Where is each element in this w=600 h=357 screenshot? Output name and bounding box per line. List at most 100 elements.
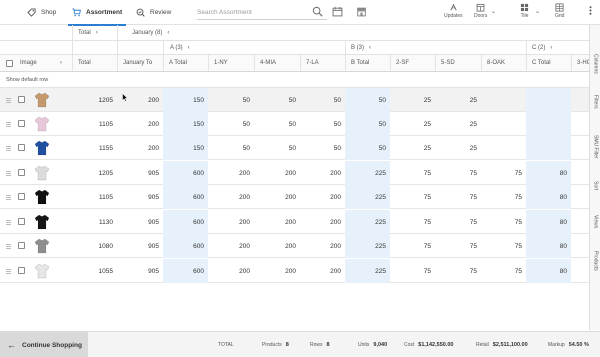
table-row[interactable]: 1155 200 150 50 50 50 50 25 25 bbox=[0, 136, 590, 160]
table-cell[interactable] bbox=[571, 185, 590, 209]
table-cell[interactable]: 75 bbox=[481, 161, 526, 185]
grid-button[interactable]: Grid bbox=[555, 3, 564, 19]
table-cell[interactable]: 600 bbox=[163, 161, 208, 185]
side-tab-sort[interactable]: Sort bbox=[590, 173, 600, 199]
table-cell[interactable]: 200 bbox=[208, 259, 254, 283]
table-cell[interactable]: 200 bbox=[208, 234, 254, 258]
table-cell[interactable]: 50 bbox=[208, 112, 254, 136]
table-cell[interactable]: 1080 bbox=[72, 234, 117, 258]
table-cell[interactable]: 50 bbox=[300, 136, 345, 160]
table-cell[interactable]: 75 bbox=[481, 234, 526, 258]
table-cell[interactable]: 75 bbox=[390, 210, 435, 234]
row-checkbox[interactable] bbox=[18, 193, 25, 200]
table-cell[interactable]: 75 bbox=[390, 234, 435, 258]
table-cell[interactable]: 80 bbox=[526, 259, 571, 283]
chevron-left-icon[interactable]: ‹ bbox=[60, 55, 62, 71]
group-b-header[interactable]: B (3) ‹ bbox=[351, 41, 371, 54]
table-cell[interactable]: 75 bbox=[435, 210, 481, 234]
side-tab-views[interactable]: Views bbox=[590, 207, 600, 237]
table-cell[interactable] bbox=[571, 88, 590, 112]
calendar-icon[interactable] bbox=[332, 6, 343, 17]
table-cell[interactable]: 600 bbox=[163, 259, 208, 283]
table-cell[interactable]: 75 bbox=[481, 210, 526, 234]
column-header-1[interactable]: January To bbox=[123, 55, 152, 71]
table-cell[interactable] bbox=[571, 136, 590, 160]
table-cell[interactable]: 200 bbox=[254, 234, 300, 258]
table-cell[interactable]: 1105 bbox=[72, 185, 117, 209]
row-checkbox[interactable] bbox=[18, 267, 25, 274]
side-tab-columns[interactable]: Columns bbox=[590, 45, 600, 83]
column-header-10[interactable]: C Total bbox=[532, 55, 551, 71]
drag-handle-icon[interactable] bbox=[6, 220, 11, 225]
table-cell[interactable]: 1155 bbox=[72, 136, 117, 160]
table-cell[interactable]: 80 bbox=[526, 210, 571, 234]
table-cell[interactable] bbox=[526, 112, 571, 136]
table-cell[interactable]: 50 bbox=[345, 112, 390, 136]
table-cell[interactable]: 905 bbox=[117, 259, 163, 283]
table-cell[interactable]: 905 bbox=[117, 210, 163, 234]
table-cell[interactable]: 25 bbox=[435, 88, 481, 112]
table-cell[interactable]: 600 bbox=[163, 234, 208, 258]
more-options-icon[interactable] bbox=[585, 5, 596, 16]
tab-assortment[interactable]: Assortment bbox=[67, 0, 127, 26]
table-cell[interactable]: 50 bbox=[300, 88, 345, 112]
drag-handle-icon[interactable] bbox=[6, 171, 11, 176]
table-cell[interactable]: 75 bbox=[481, 259, 526, 283]
table-cell[interactable]: 50 bbox=[345, 136, 390, 160]
table-cell[interactable] bbox=[571, 259, 590, 283]
tab-shop[interactable]: Shop bbox=[27, 0, 56, 25]
table-cell[interactable]: 50 bbox=[345, 88, 390, 112]
table-cell[interactable] bbox=[481, 112, 526, 136]
table-cell[interactable]: 200 bbox=[117, 136, 163, 160]
total-group-header[interactable]: Total › bbox=[78, 25, 98, 40]
column-header-8[interactable]: 5-SD bbox=[441, 55, 455, 71]
table-cell[interactable]: 225 bbox=[345, 259, 390, 283]
table-cell[interactable]: 200 bbox=[208, 161, 254, 185]
table-cell[interactable]: 225 bbox=[345, 210, 390, 234]
table-cell[interactable] bbox=[481, 136, 526, 160]
group-a-header[interactable]: A (3) ‹ bbox=[170, 41, 190, 54]
table-row[interactable]: 1105 905 600 200 200 200 225 75 75 75 80 bbox=[0, 185, 590, 209]
table-cell[interactable]: 1130 bbox=[72, 210, 117, 234]
table-cell[interactable] bbox=[571, 234, 590, 258]
table-row[interactable]: 1130 905 600 200 200 200 225 75 75 75 80 bbox=[0, 210, 590, 234]
drag-handle-icon[interactable] bbox=[6, 269, 11, 274]
table-cell[interactable]: 1205 bbox=[72, 88, 117, 112]
table-cell[interactable]: 150 bbox=[163, 112, 208, 136]
table-cell[interactable]: 80 bbox=[526, 161, 571, 185]
table-cell[interactable]: 50 bbox=[208, 136, 254, 160]
table-cell[interactable] bbox=[526, 136, 571, 160]
column-header-3[interactable]: 1-NY bbox=[214, 55, 228, 71]
table-row[interactable]: 1080 905 600 200 200 200 225 75 75 75 80 bbox=[0, 234, 590, 258]
table-cell[interactable]: 1055 bbox=[72, 259, 117, 283]
table-cell[interactable]: 905 bbox=[117, 161, 163, 185]
table-cell[interactable]: 200 bbox=[254, 210, 300, 234]
table-cell[interactable]: 75 bbox=[435, 161, 481, 185]
store-icon[interactable] bbox=[356, 6, 367, 17]
updates-button[interactable]: Updates bbox=[444, 3, 463, 19]
table-cell[interactable]: 75 bbox=[435, 259, 481, 283]
table-cell[interactable]: 80 bbox=[526, 185, 571, 209]
select-all-checkbox[interactable] bbox=[6, 60, 13, 67]
side-tab-smu-filter[interactable]: SMU Filter bbox=[590, 125, 600, 169]
table-cell[interactable]: 50 bbox=[208, 88, 254, 112]
table-cell[interactable]: 75 bbox=[390, 185, 435, 209]
show-default-row[interactable]: Show default row bbox=[0, 72, 590, 88]
table-cell[interactable]: 50 bbox=[254, 112, 300, 136]
table-cell[interactable]: 75 bbox=[435, 185, 481, 209]
table-cell[interactable]: 600 bbox=[163, 210, 208, 234]
side-tab-products[interactable]: Products bbox=[590, 243, 600, 279]
table-cell[interactable]: 600 bbox=[163, 185, 208, 209]
column-header-2[interactable]: A Total bbox=[169, 55, 187, 71]
table-cell[interactable]: 1205 bbox=[72, 161, 117, 185]
table-cell[interactable]: 905 bbox=[117, 185, 163, 209]
column-header-9[interactable]: 8-OAK bbox=[487, 55, 505, 71]
table-cell[interactable]: 80 bbox=[526, 234, 571, 258]
column-header-5[interactable]: 7-LA bbox=[306, 55, 319, 71]
table-cell[interactable]: 25 bbox=[435, 112, 481, 136]
search-icon[interactable] bbox=[312, 6, 323, 17]
row-checkbox[interactable] bbox=[18, 242, 25, 249]
table-cell[interactable]: 200 bbox=[254, 259, 300, 283]
table-cell[interactable]: 225 bbox=[345, 161, 390, 185]
table-cell[interactable] bbox=[571, 161, 590, 185]
